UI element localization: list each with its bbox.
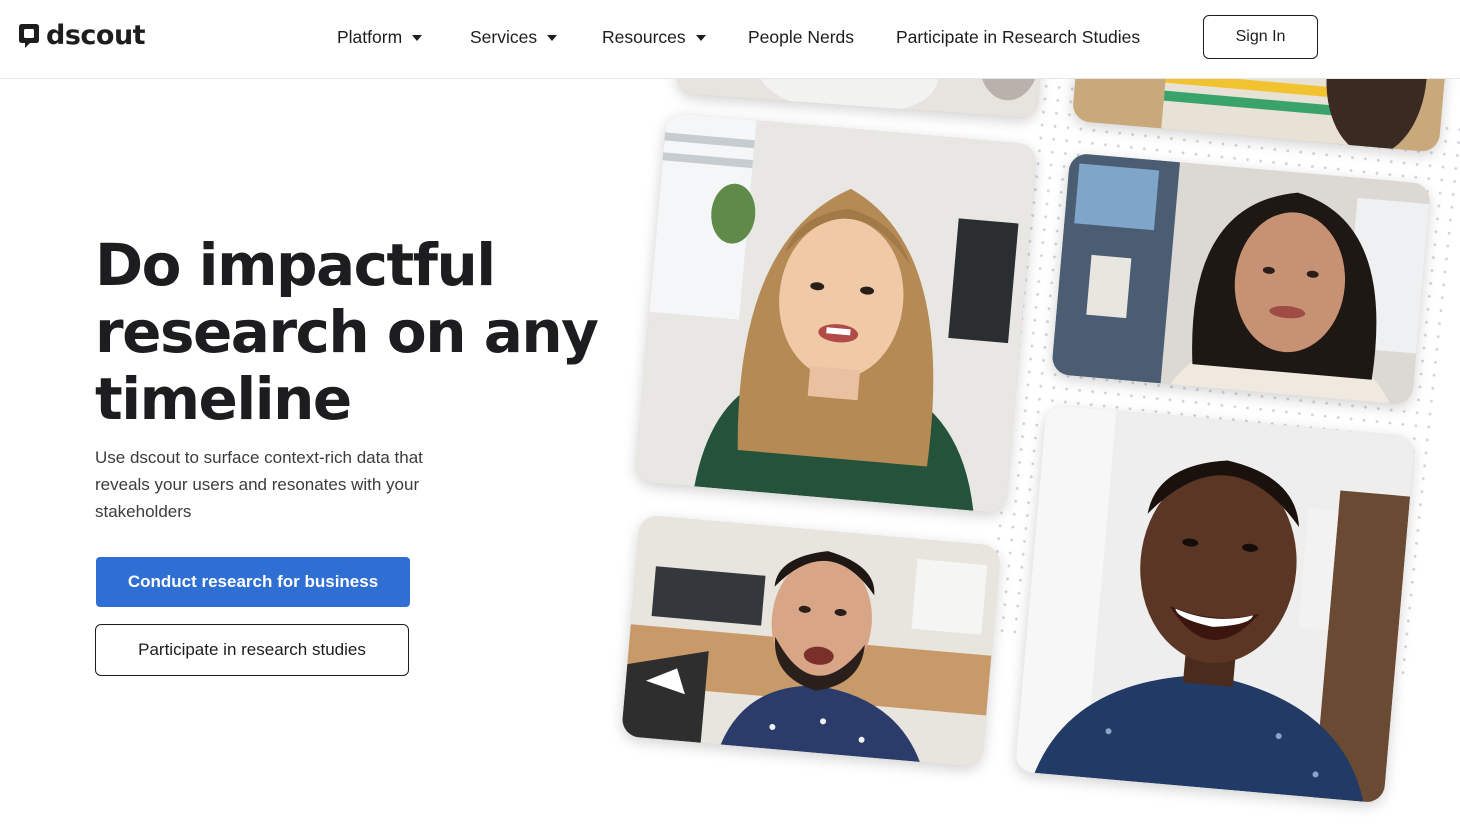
headline-line-2: research on any bbox=[95, 298, 599, 366]
chevron-down-icon bbox=[547, 35, 558, 41]
speech-bubble-icon bbox=[19, 24, 39, 48]
chevron-down-icon bbox=[412, 35, 423, 41]
nav-services[interactable]: Services bbox=[470, 22, 558, 52]
sign-in-button[interactable]: Sign In bbox=[1203, 15, 1318, 59]
participant-photo-man-beard bbox=[621, 514, 1001, 768]
nav-services-label: Services bbox=[470, 26, 538, 47]
nav-resources-label: Resources bbox=[602, 26, 686, 47]
nav-people-nerds-label: People Nerds bbox=[748, 26, 855, 47]
nav-people-nerds[interactable]: People Nerds bbox=[748, 22, 854, 52]
headline-line-3: timeline bbox=[95, 365, 352, 433]
hero-headline: Do impactful research on any timeline bbox=[95, 232, 615, 433]
conduct-research-button[interactable]: Conduct research for business bbox=[96, 557, 410, 607]
participant-photo-man-smiling bbox=[1014, 404, 1416, 804]
dscout-logo[interactable]: dscout bbox=[18, 20, 146, 52]
chevron-down-icon bbox=[695, 35, 706, 41]
hero-subtitle: Use dscout to surface context-rich data … bbox=[95, 448, 423, 521]
participant-photo-woman-dark-hair bbox=[1051, 152, 1431, 406]
brand-name: dscout bbox=[46, 20, 146, 51]
headline-line-1: Do impactful bbox=[95, 231, 496, 299]
participant-photo-woman-long-hair bbox=[634, 112, 1038, 514]
participate-studies-button[interactable]: Participate in research studies bbox=[95, 624, 409, 676]
nav-participate[interactable]: Participate in Research Studies bbox=[896, 22, 1140, 52]
nav-platform[interactable]: Platform bbox=[337, 22, 423, 52]
site-header: dscout Platform Services Resources Peopl… bbox=[0, 0, 1460, 79]
nav-platform-label: Platform bbox=[337, 26, 403, 47]
nav-resources[interactable]: Resources bbox=[602, 22, 706, 52]
nav-participate-label: Participate in Research Studies bbox=[896, 26, 1141, 47]
